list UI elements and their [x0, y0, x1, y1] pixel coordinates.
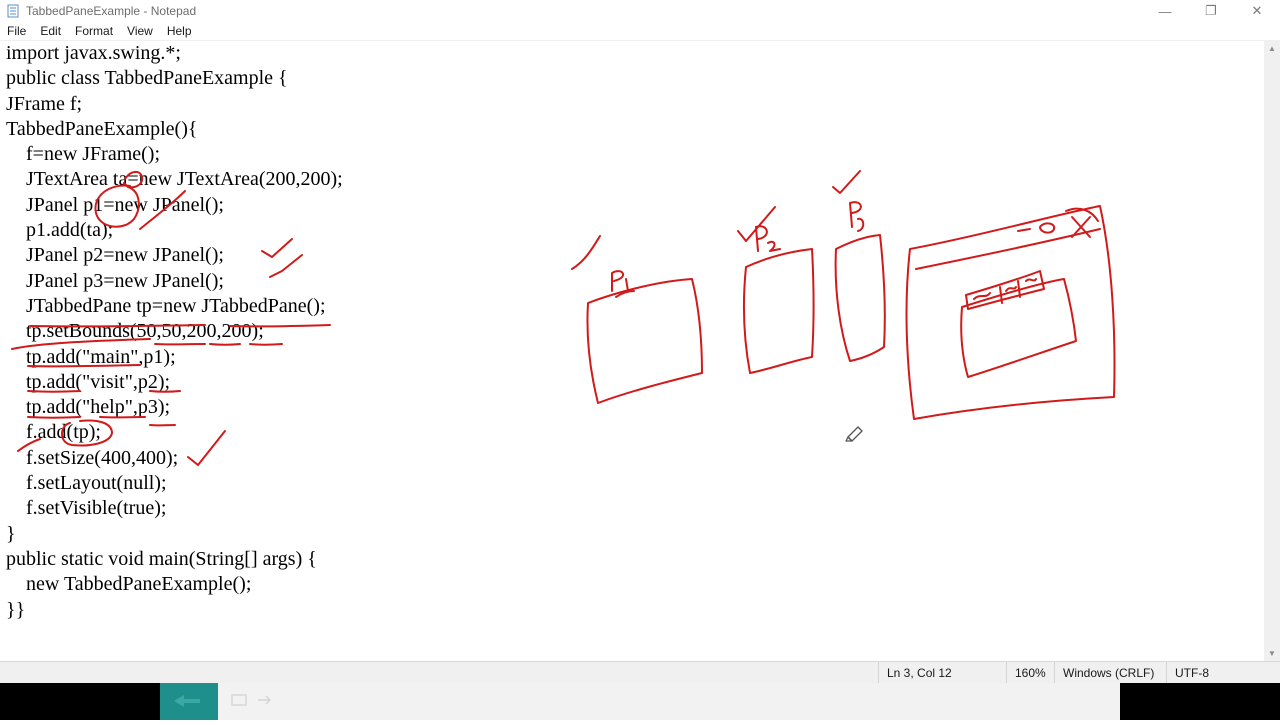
vertical-scrollbar[interactable]: ▲ ▼	[1264, 40, 1280, 661]
annotation-stroke	[615, 290, 635, 298]
code-line: tp.add("visit",p2);	[6, 370, 171, 393]
scroll-down-arrow-icon[interactable]: ▼	[1264, 645, 1280, 661]
code-line: import javax.swing.*;	[6, 42, 181, 64]
status-zoom: 160%	[1006, 662, 1059, 684]
code-line: TabbedPaneExample(){	[6, 117, 198, 140]
code-line: f.add(tp);	[6, 421, 101, 444]
code-line: JPanel p2=new JPanel();	[6, 244, 224, 267]
frame-titlebar-line	[915, 228, 1101, 270]
tabbed-pane-box	[960, 278, 1077, 378]
tab-separator	[999, 280, 1021, 304]
scroll-up-arrow-icon[interactable]: ▲	[1264, 40, 1280, 56]
window-controls: — ❐ ✕	[1142, 0, 1280, 22]
code-line: public static void main(String[] args) {	[6, 547, 317, 570]
menu-bar: File Edit Format View Help	[0, 22, 1280, 40]
code-line: public class TabbedPaneExample {	[6, 67, 288, 90]
annotation-label-p3	[849, 201, 865, 232]
code-line: new TabbedPaneExample();	[6, 573, 252, 596]
minimize-button[interactable]: —	[1142, 0, 1188, 22]
code-line: p1.add(ta);	[6, 219, 114, 242]
text-editor[interactable]: import javax.swing.*; public class Tabbed…	[0, 40, 1264, 662]
panel-box-p2	[742, 248, 815, 374]
code-text: import javax.swing.*; public class Tabbed…	[6, 41, 343, 623]
code-line: JFrame f;	[6, 92, 83, 115]
menu-format[interactable]: Format	[68, 24, 120, 38]
annotation-check	[832, 170, 861, 194]
code-line: JTabbedPane tp=new JTabbedPane();	[6, 294, 326, 317]
annotation-check	[737, 206, 776, 242]
menu-view[interactable]: View	[120, 24, 160, 38]
code-line: f=new JFrame();	[6, 143, 161, 166]
taskbar	[0, 683, 1280, 720]
status-cursor-position: Ln 3, Col 12	[878, 662, 1007, 684]
code-line: f.setVisible(true);	[6, 497, 167, 520]
status-encoding: UTF-8	[1166, 662, 1275, 684]
code-line: f.setSize(400,400);	[6, 446, 179, 469]
annotation-stroke	[1065, 207, 1099, 222]
frame-box	[905, 205, 1116, 420]
menu-file[interactable]: File	[0, 24, 33, 38]
panel-box-p1	[586, 278, 703, 404]
annotation-label-p1	[611, 270, 629, 292]
menu-help[interactable]: Help	[160, 24, 199, 38]
tab-scribble	[973, 278, 1037, 300]
code-line: tp.add("main",p1);	[6, 345, 176, 368]
restore-button[interactable]: ❐	[1188, 0, 1234, 22]
notepad-icon	[7, 4, 19, 18]
status-line-ending: Windows (CRLF)	[1054, 662, 1167, 684]
taskbar-right	[1120, 683, 1280, 720]
annotation-label-p2	[755, 225, 781, 252]
code-line: tp.setBounds(50,50,200,200);	[6, 320, 264, 343]
code-line: }}	[6, 598, 26, 621]
panel-box-p3	[834, 234, 886, 362]
code-line: JPanel p1=new JPanel();	[6, 193, 224, 216]
code-line: }	[6, 522, 16, 545]
code-line: f.setLayout(null);	[6, 472, 167, 495]
toolbar-icons	[231, 694, 271, 706]
tab-strip	[965, 270, 1045, 310]
code-line: JTextArea ta=new JTextArea(200,200);	[6, 168, 343, 191]
taskbar-left	[0, 683, 160, 720]
menu-edit[interactable]: Edit	[33, 24, 68, 38]
taskbar-active-app[interactable]	[160, 683, 218, 720]
taskbar-apps	[218, 683, 1120, 720]
close-button[interactable]: ✕	[1234, 0, 1280, 22]
code-line: tp.add("help",p3);	[6, 396, 171, 419]
title-bar: TabbedPaneExample - Notepad — ❐ ✕	[0, 0, 1280, 22]
frame-controls	[1017, 216, 1091, 238]
annotation-check	[571, 235, 601, 270]
code-line: JPanel p3=new JPanel();	[6, 269, 224, 292]
window-title: TabbedPaneExample - Notepad	[26, 4, 197, 18]
back-arrow-icon	[174, 695, 200, 707]
pen-cursor-icon	[845, 426, 863, 442]
status-bar: Ln 3, Col 12 160% Windows (CRLF) UTF-8	[0, 661, 1280, 684]
